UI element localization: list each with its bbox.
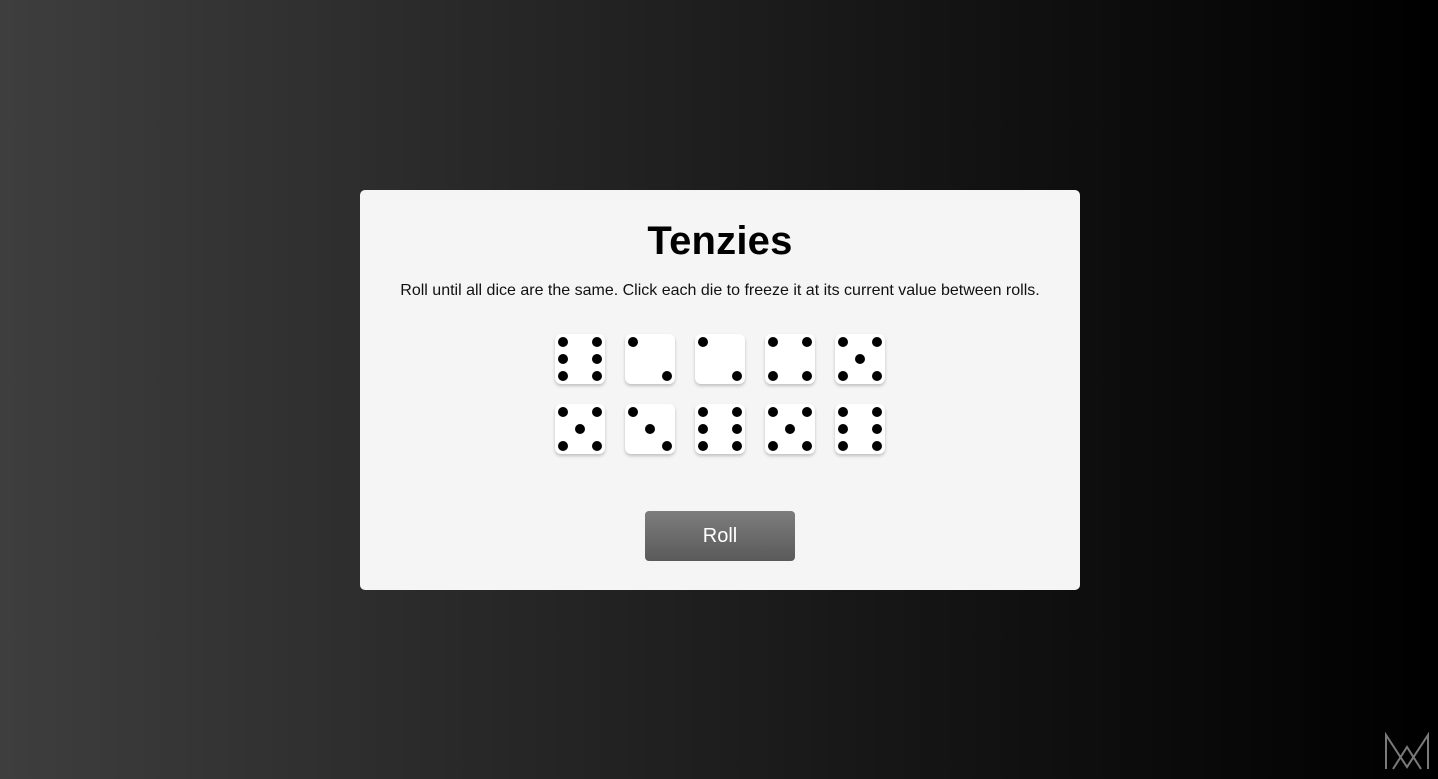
die-pip — [872, 371, 882, 381]
die-1[interactable] — [555, 334, 605, 384]
die-5[interactable] — [835, 334, 885, 384]
die-pip — [698, 337, 708, 347]
die-pip — [802, 441, 812, 451]
die-pip — [732, 371, 742, 381]
die-pip — [662, 371, 672, 381]
die-8[interactable] — [695, 404, 745, 454]
die-pip — [575, 424, 585, 434]
die-7[interactable] — [625, 404, 675, 454]
die-pip — [592, 371, 602, 381]
die-pip — [698, 407, 708, 417]
die-pip — [628, 337, 638, 347]
die-pip — [768, 337, 778, 347]
roll-button[interactable]: Roll — [645, 511, 795, 561]
dice-grid — [555, 334, 885, 454]
die-10[interactable] — [835, 404, 885, 454]
m-logo-icon — [1385, 731, 1429, 770]
die-pip — [872, 424, 882, 434]
die-pip — [732, 424, 742, 434]
die-pip — [628, 407, 638, 417]
die-pip — [558, 337, 568, 347]
die-pip — [558, 354, 568, 364]
die-pip — [855, 354, 865, 364]
die-pip — [558, 407, 568, 417]
die-4[interactable] — [765, 334, 815, 384]
die-pip — [802, 407, 812, 417]
game-instructions: Roll until all dice are the same. Click … — [400, 282, 1040, 299]
die-pip — [838, 424, 848, 434]
die-pip — [802, 371, 812, 381]
die-pip — [592, 441, 602, 451]
die-2[interactable] — [625, 334, 675, 384]
die-pip — [698, 424, 708, 434]
die-6[interactable] — [555, 404, 605, 454]
game-title: Tenzies — [647, 219, 793, 263]
die-pip — [732, 441, 742, 451]
die-pip — [872, 337, 882, 347]
die-pip — [768, 441, 778, 451]
die-pip — [592, 354, 602, 364]
game-panel: Tenzies Roll until all dice are the same… — [360, 190, 1080, 590]
die-pip — [838, 441, 848, 451]
die-pip — [558, 441, 568, 451]
die-pip — [768, 371, 778, 381]
die-3[interactable] — [695, 334, 745, 384]
die-pip — [872, 441, 882, 451]
die-pip — [838, 337, 848, 347]
die-pip — [592, 407, 602, 417]
die-pip — [785, 424, 795, 434]
die-pip — [662, 441, 672, 451]
die-pip — [558, 371, 568, 381]
die-pip — [768, 407, 778, 417]
die-pip — [838, 371, 848, 381]
die-pip — [802, 337, 812, 347]
die-pip — [592, 337, 602, 347]
die-pip — [872, 407, 882, 417]
die-pip — [698, 441, 708, 451]
die-9[interactable] — [765, 404, 815, 454]
die-pip — [645, 424, 655, 434]
die-pip — [732, 407, 742, 417]
die-pip — [838, 407, 848, 417]
